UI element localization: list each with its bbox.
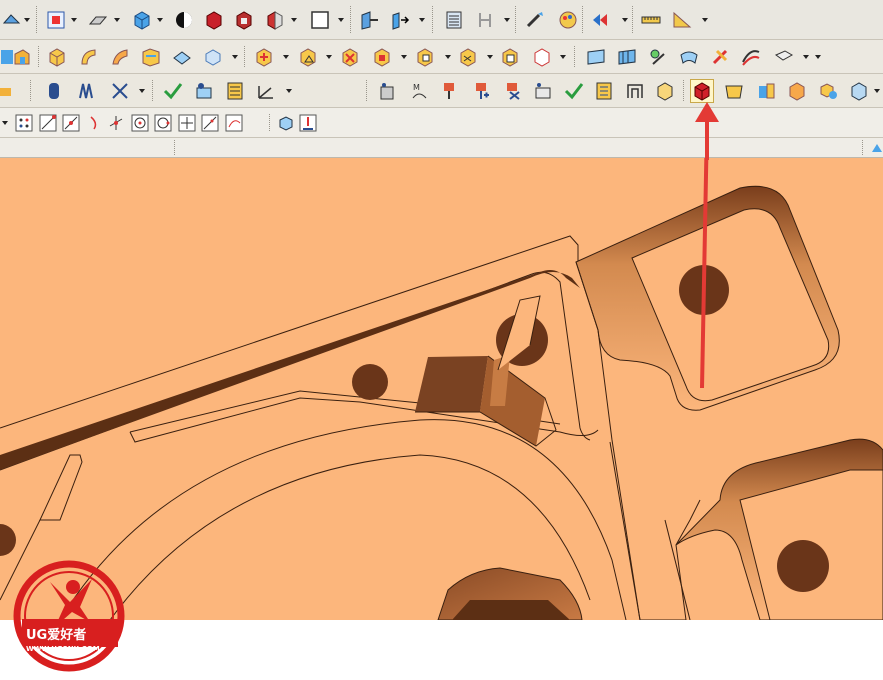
pattern-icon[interactable] — [370, 45, 394, 69]
display-mode-icon[interactable] — [172, 8, 196, 32]
draft-icon[interactable] — [413, 45, 437, 69]
block-icon[interactable] — [130, 8, 154, 32]
cylinder-icon[interactable] — [201, 45, 225, 69]
transfer-icon[interactable] — [816, 79, 840, 103]
extrude-icon[interactable] — [10, 45, 34, 69]
move-face-icon[interactable] — [772, 45, 796, 69]
toolbar-row-4 — [0, 108, 883, 138]
pocket-lower — [675, 438, 883, 620]
spring-icon[interactable] — [74, 79, 98, 103]
intersection-icon[interactable] — [106, 113, 126, 133]
tangent-icon[interactable] — [224, 113, 244, 133]
create-tool-icon[interactable] — [437, 79, 461, 103]
delete-icon[interactable] — [500, 79, 524, 103]
next-icon[interactable] — [588, 8, 612, 32]
surface-icon[interactable] — [108, 45, 132, 69]
patch-icon[interactable] — [615, 45, 639, 69]
swept-icon[interactable] — [739, 45, 763, 69]
snap-icon[interactable] — [357, 8, 381, 32]
axis-tool-icon[interactable] — [108, 79, 132, 103]
generate-icon[interactable] — [562, 79, 586, 103]
pocket-bottom — [437, 567, 583, 620]
operation-icon[interactable] — [192, 79, 216, 103]
half-section-icon[interactable] — [263, 8, 287, 32]
feature-icon[interactable] — [653, 79, 677, 103]
toolbar-row-1 — [0, 0, 883, 40]
control-point-icon[interactable] — [85, 113, 105, 133]
blend-icon[interactable] — [338, 45, 362, 69]
color-box-icon[interactable] — [308, 8, 332, 32]
branch-icon[interactable] — [474, 8, 498, 32]
svg-text:M: M — [413, 83, 420, 92]
triangle-ruler-icon[interactable] — [670, 8, 694, 32]
toolpath-list-icon[interactable] — [223, 79, 247, 103]
sew-icon[interactable] — [584, 45, 608, 69]
sweep-icon[interactable] — [77, 45, 101, 69]
part-model — [0, 158, 883, 620]
pocket-upper — [575, 185, 840, 411]
face-icon[interactable] — [530, 45, 554, 69]
move-arrow-icon[interactable] — [388, 8, 412, 32]
boss-block — [415, 295, 557, 447]
tool-change-icon[interactable] — [785, 79, 809, 103]
toolbar-row-5 — [0, 138, 883, 158]
thicken-icon[interactable] — [646, 45, 670, 69]
part-blank-icon[interactable] — [690, 78, 714, 103]
method-icon[interactable] — [531, 79, 555, 103]
create-geometry-icon[interactable] — [469, 79, 493, 103]
toolbar-row-2 — [0, 40, 883, 74]
watermark-url: WWW.UGSNX.COM — [26, 645, 100, 653]
shop-docs-icon[interactable] — [623, 79, 647, 103]
view-triad-icon[interactable] — [870, 141, 883, 155]
coordinate-icon[interactable] — [254, 79, 278, 103]
tool-path-icon[interactable] — [298, 113, 318, 133]
midpoint-icon[interactable] — [61, 113, 81, 133]
replace-face-icon[interactable] — [708, 45, 732, 69]
trim-icon[interactable] — [296, 45, 320, 69]
existing-point-icon[interactable] — [177, 113, 197, 133]
save-icon[interactable] — [847, 79, 871, 103]
quadrant-icon[interactable] — [153, 113, 173, 133]
cube-yellow-icon[interactable] — [45, 45, 69, 69]
ruler-icon[interactable] — [639, 8, 663, 32]
magnet-icon[interactable] — [523, 8, 547, 32]
mill-operation-icon[interactable]: M — [407, 79, 431, 103]
watermark-text: UG爱好者 WWW.UGSNX.COM — [26, 628, 100, 653]
create-program-icon[interactable] — [375, 79, 399, 103]
part-nav-icon[interactable] — [0, 79, 16, 103]
post-process-icon[interactable] — [592, 79, 616, 103]
hole-small-1 — [352, 364, 388, 400]
sketch-plane-icon[interactable] — [86, 8, 110, 32]
bounded-plane-icon[interactable] — [139, 45, 163, 69]
snap-point-icon[interactable] — [14, 113, 34, 133]
graphics-viewport[interactable] — [0, 158, 883, 620]
watermark-brand: UG爱好者 — [26, 628, 87, 643]
point-on-curve-icon[interactable] — [200, 113, 220, 133]
annotation-arrow-head — [695, 102, 719, 160]
section-view-icon[interactable] — [232, 8, 256, 32]
toolbar-row-3: M — [0, 74, 883, 108]
stitch-icon[interactable] — [677, 45, 701, 69]
open-box-icon[interactable] — [722, 79, 746, 103]
palette-icon[interactable] — [556, 8, 580, 32]
hole-left — [0, 524, 16, 556]
layer-list-icon[interactable] — [442, 8, 466, 32]
wcs-icon[interactable] — [44, 8, 68, 32]
mirror-icon[interactable] — [498, 45, 522, 69]
cylinder-stack-icon[interactable] — [42, 79, 66, 103]
blank-box-icon[interactable] — [276, 113, 296, 133]
shell-icon[interactable] — [170, 45, 194, 69]
endpoint-icon[interactable] — [38, 113, 58, 133]
curve-tool-icon[interactable] — [0, 8, 24, 32]
offset-icon[interactable] — [456, 45, 480, 69]
watermark-logo — [13, 560, 125, 672]
machine-icon[interactable] — [754, 79, 778, 103]
center-icon[interactable] — [130, 113, 150, 133]
boolean-icon[interactable] — [252, 45, 276, 69]
verify-icon[interactable] — [161, 79, 185, 103]
solid-red-icon[interactable] — [202, 8, 226, 32]
